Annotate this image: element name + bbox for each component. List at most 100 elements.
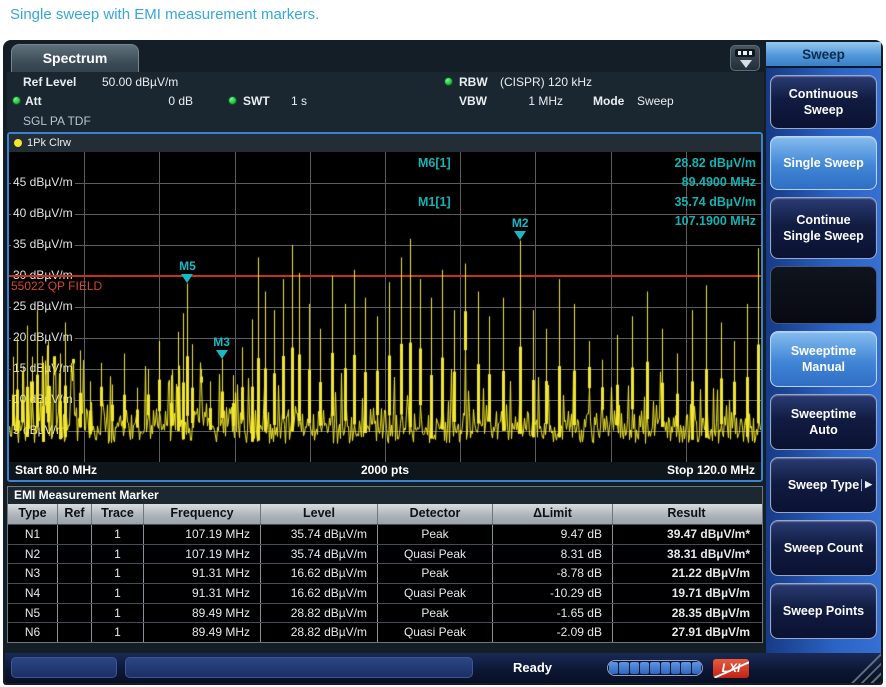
progress-segment xyxy=(640,662,649,674)
rbw-value[interactable]: (CISPR) 120 kHz xyxy=(500,75,592,89)
progress-bar xyxy=(607,660,703,676)
column-header-level: Level xyxy=(261,504,378,524)
softkey-menu: Sweep Continuous Sweep Single Sweep Contin… xyxy=(766,42,881,653)
marker-triangle-icon[interactable] xyxy=(216,350,228,359)
status-bar: Ready LXI xyxy=(5,653,881,683)
marker-triangle-icon[interactable] xyxy=(181,274,193,283)
marker-info: M6[1]28.82 dBµV/m89.4900 MHzM1[1]35.74 d… xyxy=(410,156,758,234)
status-flags: SGL PA TDF xyxy=(23,114,91,128)
spectrum-plot[interactable]: 45 dBµV/m40 dBµV/m35 dBµV/m30 dBµV/m25 d… xyxy=(9,152,761,462)
softkey-sweeptime-manual[interactable]: Sweeptime Manual xyxy=(770,331,877,387)
cell-type: N1 xyxy=(8,525,58,544)
att-value[interactable]: 0 dB xyxy=(107,94,193,108)
window-menu-button[interactable] xyxy=(730,45,760,71)
cell-trace: 1 xyxy=(92,604,144,623)
ref-level-label: Ref Level xyxy=(23,75,76,89)
rbw-label: RBW xyxy=(459,75,488,89)
cell-frequency: 91.31 MHz xyxy=(144,584,261,603)
softkey-label: Sweep Type xyxy=(788,477,859,493)
marker-info-level: 28.82 dBµV/m xyxy=(674,156,756,170)
sweep-points-label: 2000 pts xyxy=(9,462,761,479)
cell-ref xyxy=(58,525,92,544)
progress-segment xyxy=(671,662,680,674)
progress-segment xyxy=(661,662,670,674)
att-label: Att xyxy=(25,94,42,108)
cell-frequency: 107.19 MHz xyxy=(144,545,261,564)
cell-dlimit: -8.78 dB xyxy=(493,564,613,583)
resize-grip-icon xyxy=(851,653,881,683)
cell-type: N6 xyxy=(8,623,58,642)
cell-result: 21.22 dBµV/m xyxy=(613,564,760,583)
mode-value[interactable]: Sweep xyxy=(637,94,674,108)
submenu-arrow-icon: ▶ xyxy=(861,479,872,491)
cell-level: 35.74 dBµV/m xyxy=(261,525,378,544)
cell-dlimit: -10.29 dB xyxy=(493,584,613,603)
cell-dlimit: -1.65 dB xyxy=(493,604,613,623)
softkey-label: Sweep Points xyxy=(783,603,864,619)
cell-detector: Peak xyxy=(378,604,493,623)
table-row-n1[interactable]: N11107.19 MHz35.74 dBµV/mPeak9.47 dB39.4… xyxy=(8,524,762,544)
softkey-label: Sweeptime Manual xyxy=(777,343,870,376)
cell-level: 28.82 dBµV/m xyxy=(261,604,378,623)
table-row-n5[interactable]: N5 189.49 MHz28.82 dBµV/mPeak-1.65 dB28.3… xyxy=(8,603,762,623)
cell-dlimit: 9.47 dB xyxy=(493,525,613,544)
softkey-single-sweep[interactable]: Single Sweep xyxy=(770,136,877,190)
softkey-sweep-type[interactable]: Sweep Type▶ xyxy=(770,457,877,513)
column-header-detector: Detector xyxy=(378,504,493,524)
cell-detector: Quasi Peak xyxy=(378,545,493,564)
marker-info-entry: M6[1]28.82 dBµV/m89.4900 MHz xyxy=(410,156,758,195)
table-row-n3[interactable]: N3191.31 MHz16.62 dBµV/mPeak-8.78 dB21.2… xyxy=(8,563,762,583)
table-row-n6[interactable]: N6189.49 MHz28.82 dBµV/mQuasi Peak-2.09 … xyxy=(8,622,762,642)
cell-trace: 1 xyxy=(92,545,144,564)
status-segment xyxy=(11,657,117,678)
att-led-icon xyxy=(12,96,21,105)
softkey-empty[interactable] xyxy=(770,266,877,324)
column-header-dlimit: ΔLimit xyxy=(493,504,613,524)
cell-type: N5 xyxy=(8,604,58,623)
tab-spectrum[interactable]: Spectrum xyxy=(11,44,139,72)
cell-result: 38.31 dBµV/m* xyxy=(613,545,760,564)
marker-info-entry: M1[1]35.74 dBµV/m107.1900 MHz xyxy=(410,195,758,234)
trace-label: 1Pk Clrw xyxy=(27,137,71,149)
table-row-n2[interactable]: N21107.19 MHz35.74 dBµV/mQuasi Peak8.31 … xyxy=(8,544,762,564)
table-row-n4[interactable]: N4191.31 MHz16.62 dBµV/mQuasi Peak-10.29… xyxy=(8,583,762,603)
swt-label: SWT xyxy=(243,94,270,108)
softkey-continuous-sweep[interactable]: Continuous Sweep xyxy=(770,75,877,129)
cell-result: 19.71 dBµV/m xyxy=(613,584,760,603)
column-header-ref: Ref xyxy=(58,504,92,524)
menu-title: Sweep xyxy=(766,42,881,68)
axis-bar: Start 80.0 MHz 2000 pts Stop 120.0 MHz xyxy=(9,462,761,480)
cell-type: N3 xyxy=(8,564,58,583)
swt-value[interactable]: 1 s xyxy=(291,94,307,108)
settings-header: Ref Level 50.00 dBµV/m Att 0 dB SWT 1 s … xyxy=(7,72,764,132)
softkey-label: Single Sweep xyxy=(783,155,864,171)
vbw-value[interactable]: 1 MHz xyxy=(477,94,563,108)
cell-result: 28.35 dBµV/m xyxy=(613,604,760,623)
emi-marker-table: EMI Measurement Marker TypeRefTraceFrequ… xyxy=(7,486,763,643)
measurement-window[interactable]: 1Pk Clrw 45 dBµV/m40 dBµV/m35 dBµV/m30 d… xyxy=(7,132,763,482)
cell-trace: 1 xyxy=(92,564,144,583)
column-header-type: Type xyxy=(8,504,58,524)
table-title: EMI Measurement Marker xyxy=(8,487,762,504)
tab-bar: Spectrum xyxy=(7,42,764,72)
softkey-sweep-points[interactable]: Sweep Points xyxy=(770,583,877,639)
softkey-continue-single-sweep[interactable]: Continue Single Sweep xyxy=(770,197,877,259)
swt-led-icon xyxy=(228,96,237,105)
cell-frequency: 89.49 MHz xyxy=(144,604,261,623)
cell-ref xyxy=(58,604,92,623)
cell-dlimit: -2.09 dB xyxy=(493,623,613,642)
cell-level: 35.74 dBµV/m xyxy=(261,545,378,564)
cell-detector: Peak xyxy=(378,564,493,583)
softkey-sweep-count[interactable]: Sweep Count xyxy=(770,520,877,576)
cell-trace: 1 xyxy=(92,584,144,603)
cell-ref xyxy=(58,545,92,564)
softkey-sweeptime-auto[interactable]: Sweeptime Auto xyxy=(770,394,877,450)
cell-frequency: 107.19 MHz xyxy=(144,525,261,544)
table-body: N11107.19 MHz35.74 dBµV/mPeak9.47 dB39.4… xyxy=(8,524,762,642)
ref-level-value[interactable]: 50.00 dBµV/m xyxy=(102,75,178,89)
page-title: Single sweep with EMI measurement marker… xyxy=(10,6,319,23)
cell-detector: Quasi Peak xyxy=(378,623,493,642)
marker-label-m3: M3 xyxy=(213,335,230,349)
cell-ref xyxy=(58,623,92,642)
cell-level: 16.62 dBµV/m xyxy=(261,584,378,603)
